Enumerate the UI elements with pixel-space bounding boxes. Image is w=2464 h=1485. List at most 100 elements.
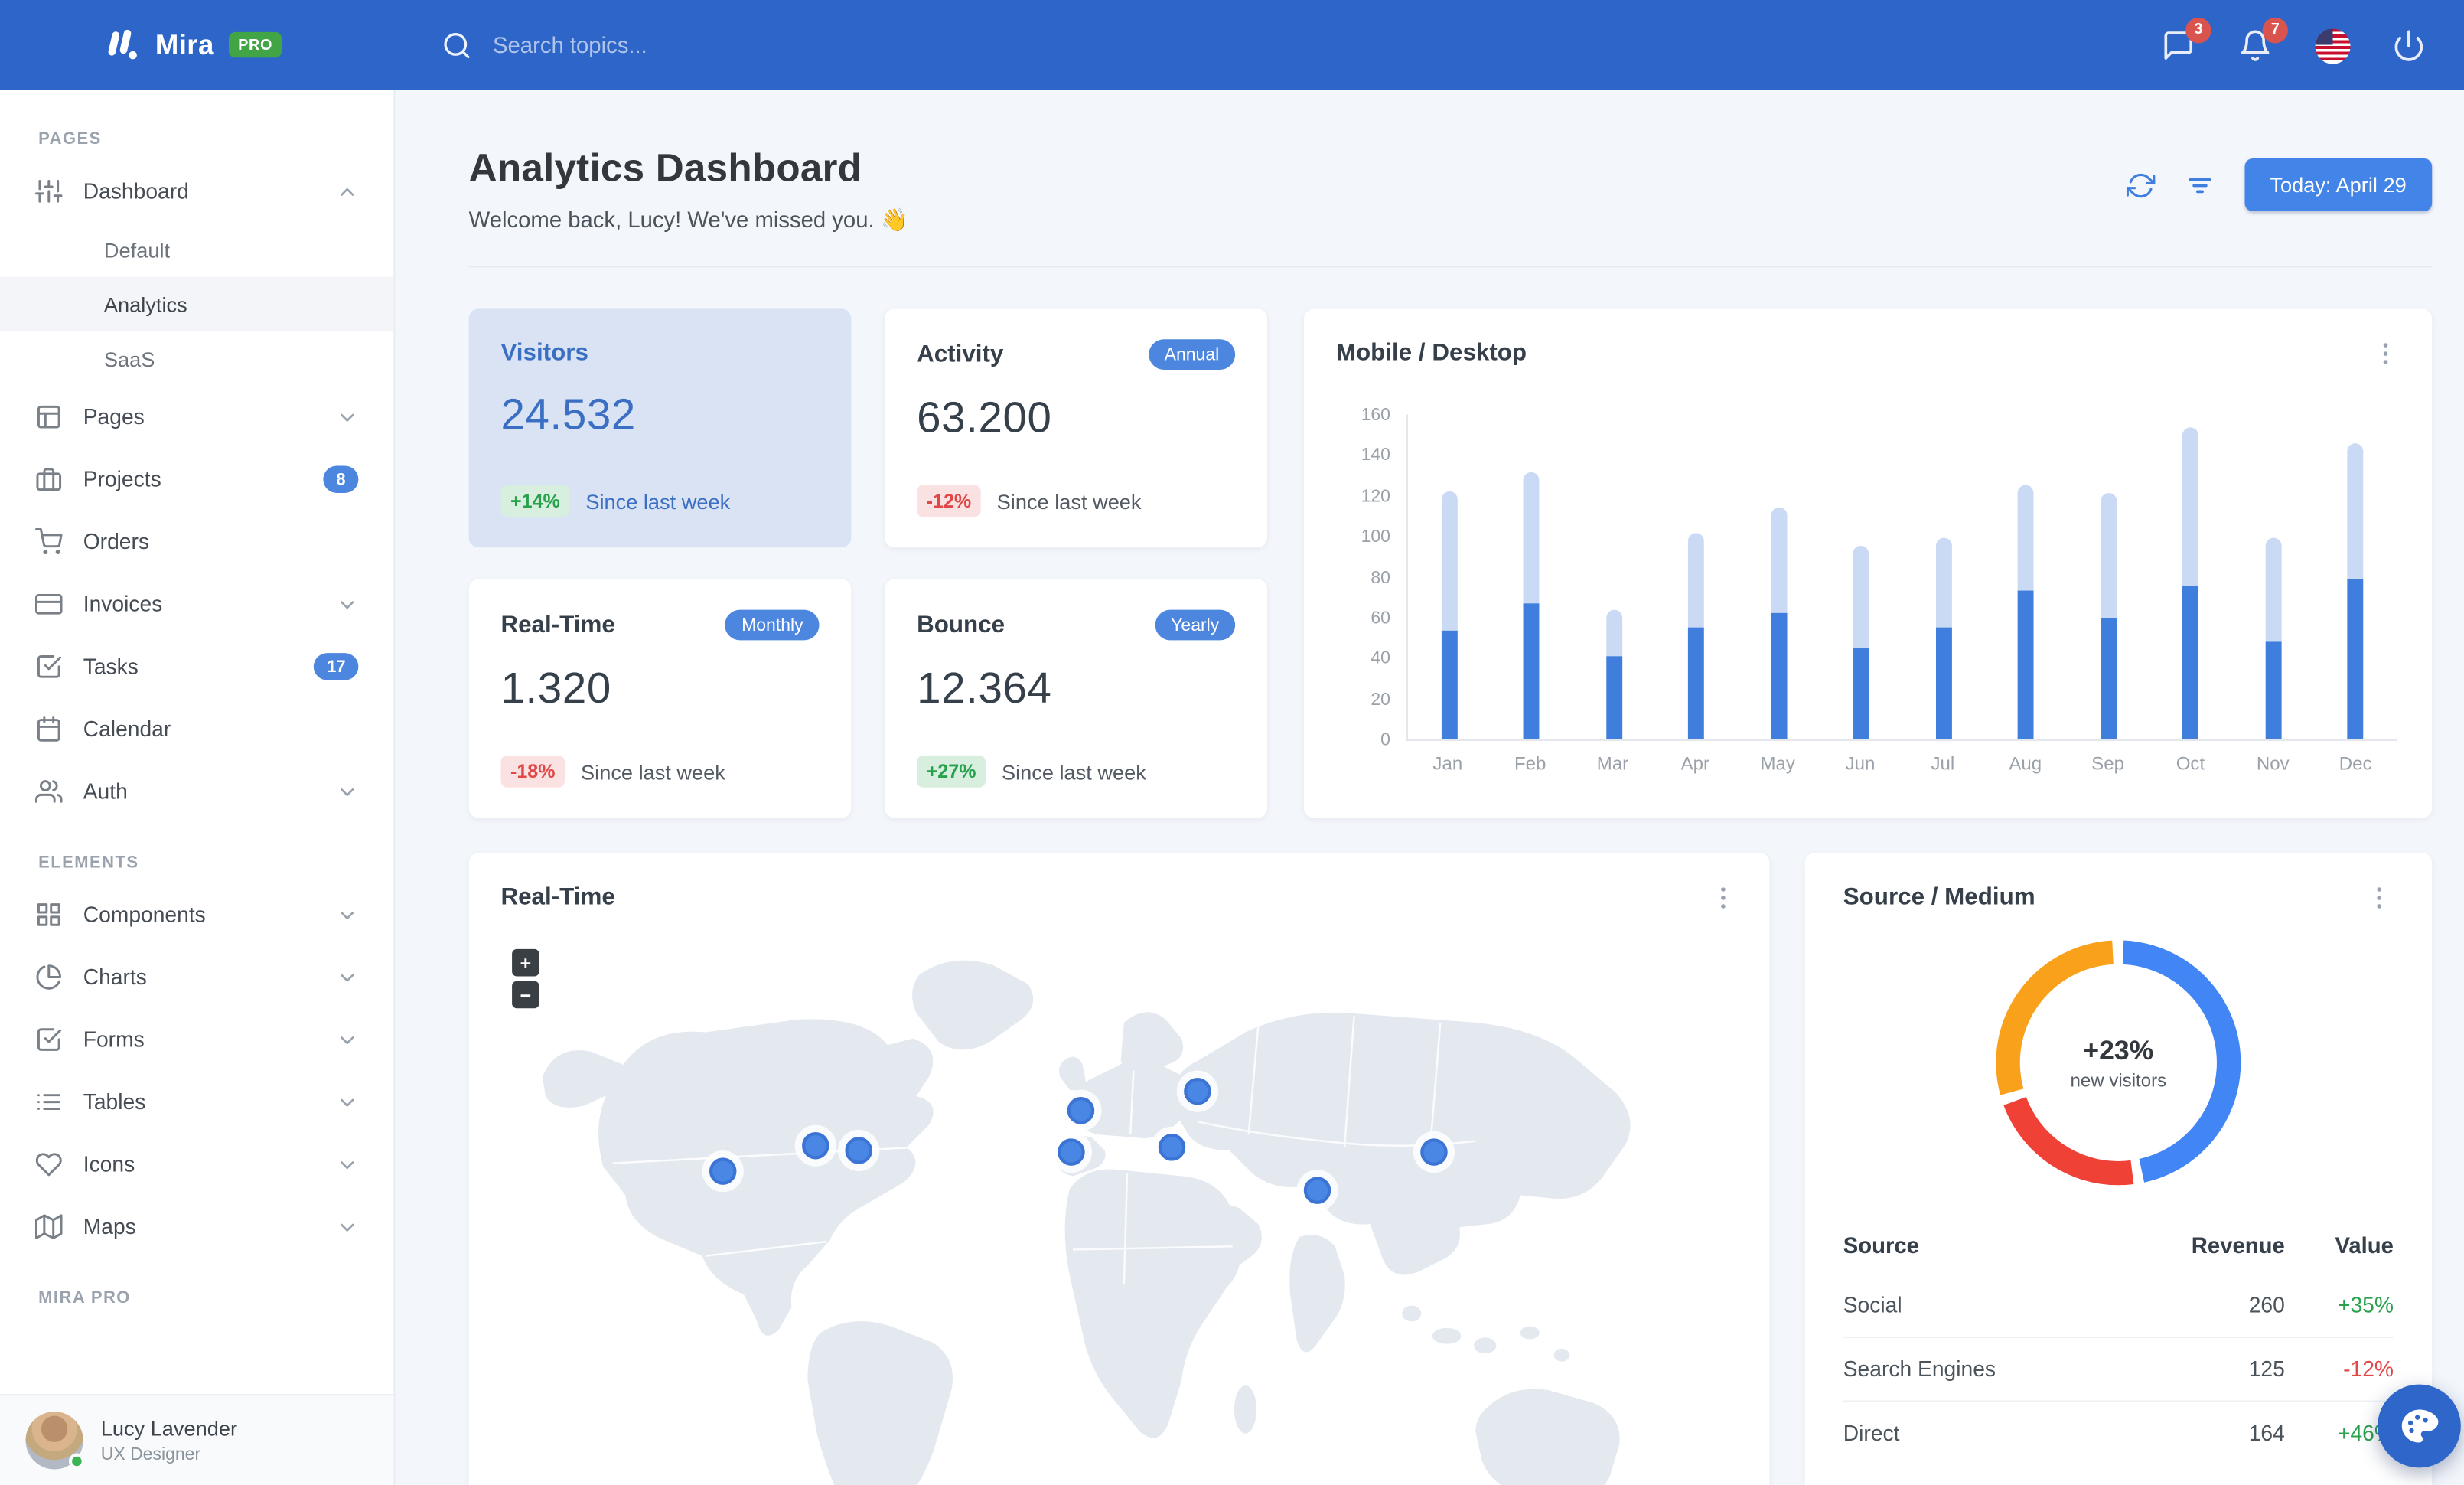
sidebar-item-label: Forms [83, 1027, 145, 1052]
stacked-bar[interactable] [1935, 538, 1952, 739]
messages-button[interactable]: 3 [2162, 16, 2211, 62]
sidebar-item-orders[interactable]: Orders [0, 511, 393, 573]
map-zoom-in-button[interactable]: + [512, 948, 539, 977]
x-axis-label: Jun [1845, 755, 1876, 775]
stacked-bar[interactable] [1853, 546, 1869, 739]
map-marker[interactable] [1058, 1138, 1085, 1166]
stacked-bar[interactable] [1605, 609, 1622, 739]
search-input[interactable] [489, 30, 858, 60]
sidebar-subitem-saas[interactable]: SaaS [0, 331, 393, 386]
sidebar-item-tables[interactable]: Tables [0, 1071, 393, 1134]
map-marker[interactable] [709, 1157, 737, 1185]
desktop-segment [2018, 485, 2035, 592]
sidebar-item-icons[interactable]: Icons [0, 1133, 393, 1196]
mobile-segment [1853, 648, 1869, 739]
map-zoom-out-button[interactable]: − [512, 981, 539, 1009]
sign-out-button[interactable] [2392, 28, 2426, 62]
stat-title: Visitors [500, 339, 588, 367]
stat-title: Real-Time [500, 611, 615, 639]
sidebar-item-auth[interactable]: Auth [0, 760, 393, 823]
map-marker[interactable] [1067, 1097, 1095, 1124]
navbar-search[interactable] [442, 30, 858, 60]
filter-icon[interactable] [2185, 171, 2215, 200]
sidebar-section-label: PAGES [38, 129, 102, 149]
bar-column-nov [2232, 415, 2315, 739]
period-badge[interactable]: Yearly [1155, 609, 1236, 641]
map-marker[interactable] [1420, 1138, 1448, 1166]
sidebar-item-forms[interactable]: Forms [0, 1008, 393, 1071]
stat-value: 1.320 [500, 664, 611, 713]
chevron-down-icon [336, 780, 358, 802]
stat-card-visitors: Visitors 24.532 +14% Since last week [468, 308, 852, 548]
stacked-bar[interactable] [2265, 538, 2282, 739]
map-marker[interactable] [802, 1131, 829, 1160]
theme-settings-fab[interactable] [2378, 1384, 2461, 1468]
stacked-bar[interactable] [2182, 426, 2199, 739]
bar-column-jul [1902, 415, 1985, 739]
bar-column-may [1738, 415, 1820, 739]
period-badge[interactable]: Annual [1148, 339, 1236, 370]
sidebar-subitem-analytics[interactable]: Analytics [0, 276, 394, 331]
period-badge[interactable]: Monthly [725, 609, 820, 641]
x-axis-label: Jul [1931, 755, 1955, 775]
delta-badge: -18% [500, 755, 565, 788]
brand[interactable]: Mira PRO [0, 24, 395, 65]
stacked-bar[interactable] [1688, 532, 1705, 739]
stacked-bar-chart: Jan Feb Mar Apr May Jun Jul Aug Sep Oct Nov Dec 0 20… [1336, 406, 2404, 775]
chevron-down-icon [336, 1091, 358, 1113]
sidebar-subitem-default[interactable]: Default [0, 223, 393, 277]
stat-card-header: Real-Time Monthly [500, 609, 820, 641]
source-cell: Direct [1843, 1421, 1900, 1446]
brand-name: Mira [155, 28, 214, 60]
map-marker[interactable] [1158, 1134, 1186, 1161]
sidebar-item-maps[interactable]: Maps [0, 1196, 393, 1258]
mobile-segment [1605, 656, 1622, 739]
map-marker[interactable] [845, 1137, 872, 1164]
desktop-segment [1771, 508, 1788, 614]
stacked-bar[interactable] [1771, 508, 1788, 739]
refresh-icon[interactable] [2126, 171, 2155, 200]
realtime-map-card: Real-Time + − [468, 853, 1770, 1485]
more-vertical-icon[interactable] [2371, 339, 2400, 368]
stat-cards: Visitors 24.532 +14% Since last week Activit… [468, 308, 1267, 818]
more-vertical-icon[interactable] [2365, 883, 2394, 912]
map-marker[interactable] [1303, 1177, 1331, 1204]
sidebar-item-label: Calendar [83, 716, 171, 742]
stacked-bar[interactable] [2347, 442, 2364, 739]
y-axis-tick: 140 [1361, 446, 1390, 466]
stacked-bar[interactable] [1441, 491, 1458, 739]
stat-footer: -18% Since last week [500, 755, 819, 788]
revenue-cell: 164 [2248, 1421, 2285, 1446]
sidebar-item-charts[interactable]: Charts [0, 946, 393, 1009]
desktop-segment [2347, 442, 2364, 579]
sidebar-item-calendar[interactable]: Calendar [0, 698, 393, 761]
delta-badge: +14% [500, 485, 570, 517]
stat-card-header: Activity Annual [917, 339, 1236, 370]
stacked-bar[interactable] [2018, 485, 2035, 739]
stacked-bar[interactable] [2100, 494, 2117, 739]
x-axis-label: Sep [2091, 755, 2124, 775]
sidebar-item-pages[interactable]: Pages [0, 386, 393, 449]
desktop-segment [2100, 494, 2117, 618]
sidebar-item-projects[interactable]: Projects 8 [0, 448, 393, 511]
source-table-row[interactable]: Search Engines 125 -12% [1843, 1336, 2394, 1401]
sidebar-item-tasks[interactable]: Tasks 17 [0, 635, 393, 698]
mobile-segment [2265, 641, 2282, 739]
sidebar-user[interactable]: Lucy Lavender UX Designer [0, 1394, 394, 1485]
mobile-segment [1688, 628, 1705, 739]
notifications-button[interactable]: 7 [2238, 16, 2288, 62]
language-button[interactable] [2315, 28, 2351, 64]
map-marker[interactable] [1184, 1077, 1211, 1105]
source-table-row[interactable]: Direct 164 +46% [1843, 1400, 2394, 1465]
more-vertical-icon[interactable] [1709, 883, 1738, 912]
x-axis-label: Aug [2009, 755, 2042, 775]
sidebar-item-label: Tables [83, 1089, 146, 1115]
source-table-row[interactable]: Social 260 +35% [1843, 1274, 2394, 1336]
sidebar-item-dashboard[interactable]: Dashboard [0, 160, 393, 223]
sidebar-item-components[interactable]: Components [0, 883, 393, 946]
sidebar-nav: PAGES Dashboard Default Analytics SaaS Pages P… [0, 90, 394, 1394]
stacked-bar[interactable] [1524, 471, 1540, 739]
today-date-button[interactable]: Today: April 29 [2244, 158, 2433, 211]
sidebar-item-invoices[interactable]: Invoices [0, 573, 393, 636]
world-map[interactable] [507, 930, 1732, 1485]
